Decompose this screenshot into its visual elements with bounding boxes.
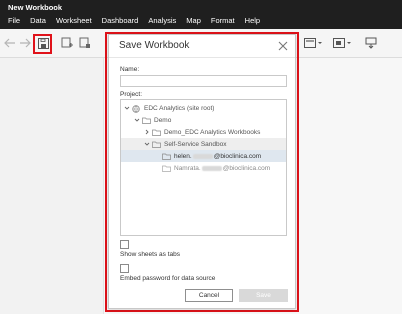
tree-item-label-suffix: @bioclinica.com xyxy=(222,164,271,172)
menu-dashboard[interactable]: Dashboard xyxy=(94,16,139,25)
menu-data[interactable]: Data xyxy=(22,16,46,25)
project-tree: EDC Analytics (site root) Demo Demo_EDC … xyxy=(120,99,287,236)
folder-icon xyxy=(162,153,171,160)
save-icon-highlight xyxy=(33,34,52,54)
tree-item-demo[interactable]: Demo xyxy=(121,114,286,126)
folder-icon xyxy=(152,141,161,148)
embed-password-checkbox[interactable] xyxy=(120,264,129,273)
save-button[interactable]: Save xyxy=(239,289,288,302)
tree-item-label-prefix: helen. xyxy=(174,152,192,160)
arrow-left-icon[interactable] xyxy=(3,36,17,50)
share-icon[interactable] xyxy=(364,36,378,50)
tree-item-label-suffix: @bioclinica.com xyxy=(213,152,262,160)
globe-icon xyxy=(132,104,141,113)
tree-item-self-service-sandbox[interactable]: Self-Service Sandbox xyxy=(121,138,286,150)
redacted-text xyxy=(192,153,213,159)
chevron-right-icon[interactable] xyxy=(144,129,150,135)
dialog-divider xyxy=(109,57,295,58)
tree-item-label-prefix: Namrata. xyxy=(174,164,201,172)
window-title: New Workbook xyxy=(8,3,63,12)
tree-item-label: Self-Service Sandbox xyxy=(164,140,227,148)
chevron-down-icon[interactable] xyxy=(144,141,150,147)
project-label: Project: xyxy=(120,91,143,98)
menu-map[interactable]: Map xyxy=(178,16,201,25)
menu-bar: File Data Worksheet Dashboard Analysis M… xyxy=(0,16,262,25)
tree-item-label: EDC Analytics (site root) xyxy=(144,104,215,112)
tree-item-label: Demo_EDC Analytics Workbooks xyxy=(164,128,261,136)
embed-password-label: Embed password for data source xyxy=(120,275,216,282)
side-panel xyxy=(0,58,104,314)
menu-worksheet[interactable]: Worksheet xyxy=(48,16,92,25)
show-sheets-label: Show sheets as tabs xyxy=(120,251,180,258)
tree-item-helen[interactable]: helen. @bioclinica.com xyxy=(121,150,286,162)
tree-item-demo-workbooks[interactable]: Demo_EDC Analytics Workbooks xyxy=(121,126,286,138)
title-menu-bar: New Workbook File Data Worksheet Dashboa… xyxy=(0,0,402,29)
fit-view-icon[interactable] xyxy=(304,36,322,50)
menu-help[interactable]: Help xyxy=(237,16,260,25)
dialog-title: Save Workbook xyxy=(119,40,190,51)
folder-icon xyxy=(162,165,171,172)
close-icon[interactable] xyxy=(277,39,289,51)
cancel-button[interactable]: Cancel xyxy=(185,289,233,302)
name-label: Name: xyxy=(120,66,140,73)
new-data-source-icon[interactable] xyxy=(60,36,74,50)
tree-item-namrata[interactable]: Namrata. @bioclinica.com xyxy=(121,162,286,174)
menu-file[interactable]: File xyxy=(0,16,20,25)
folder-icon xyxy=(152,129,161,136)
tree-item-site-root[interactable]: EDC Analytics (site root) xyxy=(121,102,286,114)
show-me-icon[interactable] xyxy=(333,36,351,50)
name-field[interactable] xyxy=(120,75,287,87)
arrow-right-icon[interactable] xyxy=(18,36,32,50)
tree-item-label: Demo xyxy=(154,116,172,124)
save-workbook-dialog: Save Workbook Name: Project: EDC Analyti… xyxy=(108,34,296,309)
menu-analysis[interactable]: Analysis xyxy=(140,16,176,25)
folder-icon xyxy=(142,117,151,124)
redacted-text xyxy=(201,165,222,171)
pause-updates-icon[interactable] xyxy=(78,36,92,50)
menu-format[interactable]: Format xyxy=(203,16,235,25)
chevron-down-icon[interactable] xyxy=(124,105,130,111)
show-sheets-checkbox[interactable] xyxy=(120,240,129,249)
chevron-down-icon[interactable] xyxy=(134,117,140,123)
